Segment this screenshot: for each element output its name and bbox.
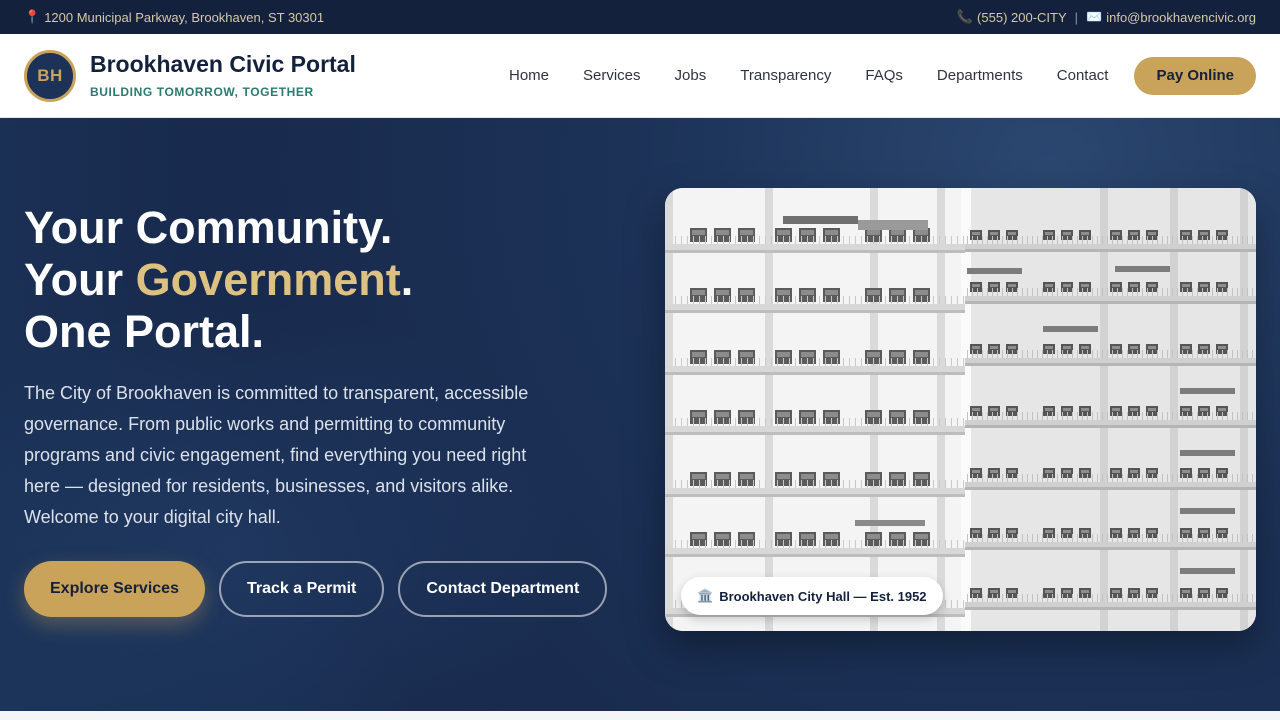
logo-initials: BH xyxy=(37,65,63,85)
headline-highlight: Government xyxy=(135,254,401,305)
headline-line-3: One Portal. xyxy=(24,306,265,357)
address-text: 1200 Municipal Parkway, Brookhaven, ST 3… xyxy=(44,9,325,25)
site-name: Brookhaven Civic Portal xyxy=(90,50,356,77)
contact-block: 📞 (555) 200-CITY | ✉️ info@brookhavenciv… xyxy=(957,9,1256,25)
building-facade-image xyxy=(665,188,1256,631)
photo-caption-text: Brookhaven City Hall — Est. 1952 xyxy=(719,588,927,604)
government-building-icon: 🏛️ xyxy=(697,588,714,603)
nav-departments[interactable]: Departments xyxy=(937,67,1023,84)
city-hall-photo: 🏛️ Brookhaven City Hall — Est. 1952 xyxy=(665,188,1256,631)
phone-icon: 📞 xyxy=(956,9,974,24)
address-block: 📍 1200 Municipal Parkway, Brookhaven, ST… xyxy=(24,9,324,25)
nav-faqs[interactable]: FAQs xyxy=(865,67,903,84)
site-tagline: BUILDING TOMORROW, TOGETHER xyxy=(90,85,314,100)
hero-headline: Your Community. Your Government. One Por… xyxy=(24,202,624,358)
headline-line-2-suffix: . xyxy=(400,254,414,305)
mail-icon: ✉️ xyxy=(1086,9,1103,24)
headline-line-2-prefix: Your xyxy=(24,254,136,305)
hero-description: The City of Brookhaven is committed to t… xyxy=(24,383,529,527)
explore-services-button[interactable]: Explore Services xyxy=(24,561,205,617)
hero-content: Your Community. Your Government. One Por… xyxy=(24,202,624,617)
photo-caption: 🏛️ Brookhaven City Hall — Est. 1952 xyxy=(681,577,943,615)
headline-line-1: Your Community. xyxy=(24,202,393,253)
track-permit-button[interactable]: Track a Permit xyxy=(218,561,385,617)
contact-separator: | xyxy=(1074,9,1079,25)
logo-badge[interactable]: BH xyxy=(24,49,76,102)
pay-online-button[interactable]: Pay Online xyxy=(1134,56,1256,95)
nav-services[interactable]: Services xyxy=(583,67,641,84)
top-info-bar: 📍 1200 Municipal Parkway, Brookhaven, ST… xyxy=(0,0,1280,34)
site-header: BH Brookhaven Civic Portal BUILDING TOMO… xyxy=(0,34,1280,118)
email-link[interactable]: info@brookhavencivic.org xyxy=(1106,10,1256,25)
nav-transparency[interactable]: Transparency xyxy=(740,67,831,84)
main-nav: Home Services Jobs Transparency FAQs Dep… xyxy=(509,56,1256,95)
nav-home[interactable]: Home xyxy=(509,67,549,84)
hero-actions: Explore Services Track a Permit Contact … xyxy=(24,561,624,617)
brand[interactable]: BH Brookhaven Civic Portal BUILDING TOMO… xyxy=(24,49,356,102)
hero-section: Your Community. Your Government. One Por… xyxy=(0,118,1280,711)
brand-text: Brookhaven Civic Portal BUILDING TOMORRO… xyxy=(90,50,356,100)
section-divider xyxy=(0,711,1280,720)
nav-jobs[interactable]: Jobs xyxy=(675,67,707,84)
map-pin-icon: 📍 xyxy=(24,9,41,24)
contact-department-button[interactable]: Contact Department xyxy=(398,561,608,617)
phone-link[interactable]: (555) 200-CITY xyxy=(977,10,1067,25)
nav-contact[interactable]: Contact xyxy=(1057,67,1109,84)
